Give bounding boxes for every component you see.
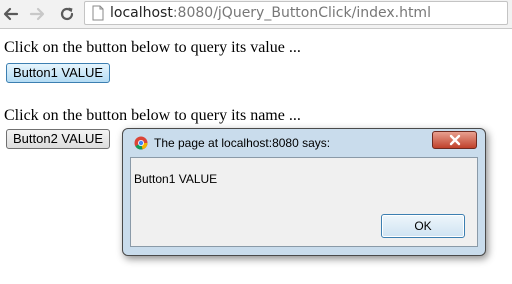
- alert-dialog: The page at localhost:8080 says: Button1…: [122, 128, 486, 256]
- reload-icon: [60, 7, 74, 21]
- reload-button[interactable]: [56, 3, 78, 25]
- name-prompt-text: Click on the button below to query its n…: [4, 107, 301, 124]
- back-arrow-icon: [3, 7, 19, 21]
- dialog-message: Button1 VALUE: [134, 172, 218, 186]
- url-text: localhost:8080/jQuery_ButtonClick/index.…: [110, 5, 431, 21]
- forward-button[interactable]: [26, 3, 48, 25]
- dialog-title: The page at localhost:8080 says:: [154, 136, 331, 150]
- dialog-close-button[interactable]: [432, 131, 477, 149]
- url-path: :8080/jQuery_ButtonClick/index.html: [172, 5, 431, 21]
- button2[interactable]: Button2 VALUE: [6, 129, 111, 149]
- page-icon: [92, 5, 104, 21]
- address-bar[interactable]: localhost:8080/jQuery_ButtonClick/index.…: [84, 1, 508, 25]
- value-prompt-text: Click on the button below to query its v…: [4, 39, 301, 56]
- url-host: localhost: [110, 5, 173, 21]
- button1[interactable]: Button1 VALUE: [6, 63, 111, 83]
- close-icon: [449, 134, 460, 146]
- ok-button[interactable]: OK: [381, 214, 465, 238]
- chrome-icon: [134, 136, 148, 150]
- back-button[interactable]: [0, 3, 22, 25]
- dialog-body: Button1 VALUE OK: [130, 157, 478, 247]
- forward-arrow-icon: [29, 7, 45, 21]
- browser-toolbar: localhost:8080/jQuery_ButtonClick/index.…: [0, 0, 512, 29]
